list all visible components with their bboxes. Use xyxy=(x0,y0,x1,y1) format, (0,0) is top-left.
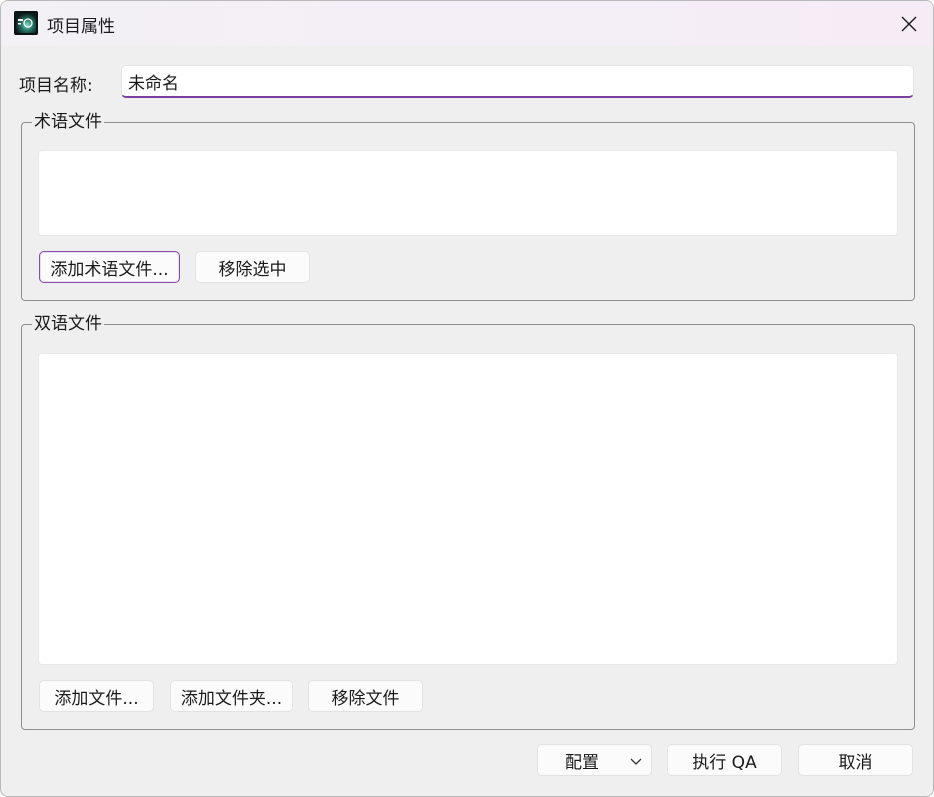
chevron-down-icon xyxy=(630,758,642,765)
cancel-button[interactable]: 取消 xyxy=(798,744,913,776)
project-name-label: 项目名称: xyxy=(19,76,93,96)
config-dropdown[interactable]: 配置 xyxy=(537,744,652,776)
run-qa-button[interactable]: 执行 QA xyxy=(667,744,782,776)
config-label: 配置 xyxy=(565,752,599,773)
close-icon xyxy=(901,16,917,31)
project-properties-dialog: 项目属性 项目名称: 术语文件 添加术语文件... 移除选中 双语文件 添加文件… xyxy=(0,0,934,797)
close-button[interactable] xyxy=(885,1,933,46)
bilingual-files-group: 双语文件 添加文件... 添加文件夹... 移除文件 xyxy=(21,313,915,730)
add-term-file-button[interactable]: 添加术语文件... xyxy=(39,251,180,283)
remove-file-button[interactable]: 移除文件 xyxy=(308,680,423,712)
add-folder-button[interactable]: 添加文件夹... xyxy=(170,680,293,712)
title-bar: 项目属性 xyxy=(1,1,933,46)
remove-selected-button[interactable]: 移除选中 xyxy=(195,251,310,283)
window-title: 项目属性 xyxy=(47,17,115,37)
term-files-group: 术语文件 添加术语文件... 移除选中 xyxy=(21,111,915,301)
bilingual-files-group-title: 双语文件 xyxy=(32,313,104,335)
add-file-button[interactable]: 添加文件... xyxy=(39,680,154,712)
project-name-input[interactable] xyxy=(121,65,914,98)
bilingual-files-list[interactable] xyxy=(38,353,898,665)
term-files-group-title: 术语文件 xyxy=(32,111,104,133)
term-files-list[interactable] xyxy=(38,150,898,236)
app-logo-icon xyxy=(14,11,38,35)
